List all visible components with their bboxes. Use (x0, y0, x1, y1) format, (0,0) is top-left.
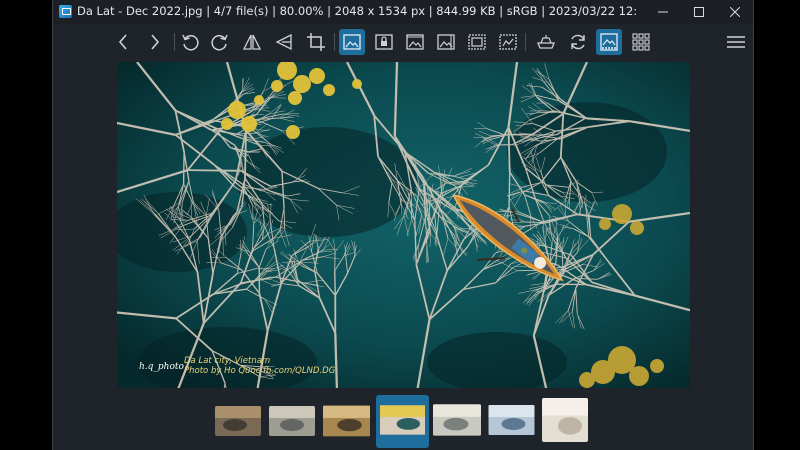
photo-caption: Da Lat city, Vietnam Photo by Ho Quoc fb… (184, 356, 335, 376)
scale-height-button[interactable] (433, 29, 459, 55)
crop-button[interactable] (303, 29, 329, 55)
rotate-left-icon (182, 34, 199, 51)
thumbnail-5[interactable] (433, 404, 481, 436)
rotate-right-icon (211, 34, 228, 51)
thumbnail-6[interactable] (488, 405, 535, 435)
thumbnail-4[interactable] (380, 402, 425, 438)
flip-horizontal-button[interactable] (239, 29, 265, 55)
thumbnail-gallery (53, 392, 753, 450)
refresh-button[interactable] (565, 29, 591, 55)
chevron-left-icon (118, 34, 127, 50)
caption-location: Da Lat city, Vietnam (184, 356, 271, 366)
maximize-button[interactable] (681, 0, 717, 24)
flip-horizontal-icon (242, 34, 262, 50)
checkerboard-icon (537, 35, 555, 49)
thumbnail-3[interactable] (323, 405, 370, 437)
toolbar-separator (174, 33, 175, 51)
grid-toggle-button[interactable] (628, 29, 654, 55)
lock-zoom-icon (375, 34, 393, 50)
flip-vertical-button[interactable] (271, 29, 297, 55)
checkerboard-button[interactable] (533, 29, 559, 55)
scale-width-icon (406, 34, 424, 50)
gallery-icon (600, 33, 618, 51)
toolbar-separator (525, 33, 526, 51)
previous-button[interactable] (111, 29, 137, 55)
app-icon (59, 5, 72, 18)
main-photo (117, 62, 690, 388)
thumbnail-2[interactable] (269, 406, 315, 436)
close-icon (730, 7, 740, 17)
window-title: Da Lat - Dec 2022.jpg | 4/7 file(s) | 80… (77, 4, 637, 18)
photographer-signature: h.q_photo (139, 362, 184, 372)
title-bar[interactable]: Da Lat - Dec 2022.jpg | 4/7 file(s) | 80… (53, 0, 753, 24)
minimize-icon (658, 11, 668, 13)
close-button[interactable] (717, 0, 753, 24)
toolbar (53, 24, 753, 60)
scale-width-button[interactable] (402, 29, 428, 55)
scale-fill-icon (499, 34, 517, 50)
chevron-right-icon (151, 34, 160, 50)
thumbnail-1[interactable] (215, 406, 261, 436)
rotate-right-button[interactable] (207, 29, 233, 55)
caption-credit: Photo by Ho Quoc fb.com/QLND.DG (184, 366, 336, 376)
auto-zoom-icon (343, 34, 361, 50)
scale-height-icon (437, 34, 455, 50)
gallery-toggle-button[interactable] (596, 29, 622, 55)
auto-zoom-button[interactable] (339, 29, 365, 55)
scale-fill-button[interactable] (495, 29, 521, 55)
refresh-icon (571, 34, 585, 50)
scale-fit-button[interactable] (464, 29, 490, 55)
next-button[interactable] (141, 29, 167, 55)
main-menu-button[interactable] (723, 29, 749, 55)
rotate-left-button[interactable] (177, 29, 203, 55)
crop-icon (307, 33, 325, 51)
menu-icon (727, 36, 745, 48)
toolbar-separator (334, 33, 335, 51)
flip-vertical-icon (275, 33, 292, 51)
maximize-icon (694, 7, 704, 17)
scale-fit-icon (468, 34, 486, 50)
image-viewport[interactable]: h.q_photo Da Lat city, Vietnam Photo by … (117, 62, 690, 388)
thumbnail-7[interactable] (542, 398, 588, 442)
lock-zoom-button[interactable] (371, 29, 397, 55)
grid-icon (632, 33, 650, 51)
image-viewer-window: Da Lat - Dec 2022.jpg | 4/7 file(s) | 80… (52, 0, 754, 450)
minimize-button[interactable] (645, 0, 681, 24)
